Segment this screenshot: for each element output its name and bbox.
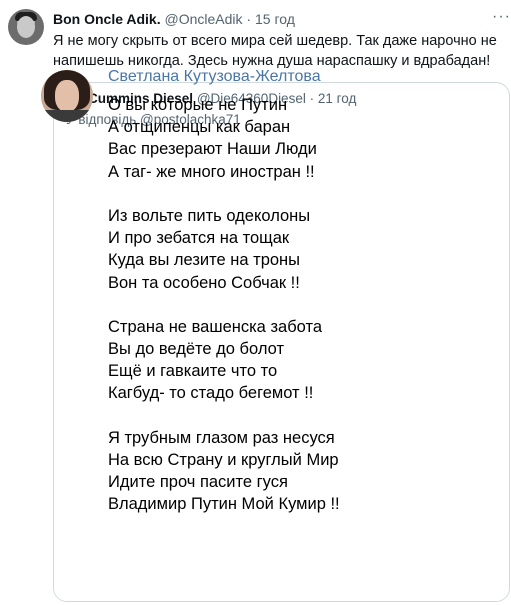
poem-line: Куда вы лезите на троны [108, 251, 301, 270]
photo-face [55, 80, 79, 112]
stanza-gap [108, 294, 340, 316]
poem-line: Владимир Путин Мой Кумир !! [108, 495, 340, 514]
poem-line: Вон та особено Собчак !! [108, 273, 300, 292]
poem-line: Вас презерают Наши Люди [108, 140, 317, 159]
poem-text: О вы которые не Путин А отщипенцы как ба… [108, 94, 340, 516]
poem-line: Страна не вашенска забота [108, 317, 323, 336]
author-name[interactable]: Bon Oncle Adik. [53, 11, 161, 27]
poem-line: На всю Страну и круглый Мир [108, 451, 339, 469]
avatar-face [17, 16, 35, 38]
poem-line: А таг- же много иностран !! [108, 162, 315, 181]
poem-line: И про зебатся на тощак [108, 229, 290, 248]
photo-clothing [41, 110, 93, 122]
poem-line: О вы которые не Путин [108, 96, 288, 114]
tweet-header: Bon Oncle Adik. @OncleAdik · 15 год [53, 11, 295, 27]
more-dots-icon[interactable]: ··· [492, 8, 511, 26]
author-avatar[interactable] [8, 9, 44, 45]
poem-line: Из вольте пить одеколоны [108, 206, 311, 225]
author-handle[interactable]: @OncleAdik [165, 11, 243, 27]
poem-line: Я трубным глазом раз несуся [108, 428, 335, 447]
poem-line: Ещё и гавкаите что то [108, 362, 278, 381]
tweet[interactable]: Bon Oncle Adik. @OncleAdik · 15 год ··· … [0, 0, 511, 605]
tweet-time[interactable]: 15 год [255, 11, 295, 27]
poster-photo [41, 70, 93, 122]
tweet-text: Я не могу скрыть от всего мира сей шедев… [53, 33, 497, 69]
poem-line: Кагбуд- то стадо бегемот !! [108, 384, 314, 403]
separator-dot: · [246, 11, 252, 27]
poem-line: Вы до ведёте до болот [108, 340, 285, 359]
poem-line: А отщипенцы как баран [108, 118, 291, 137]
poem-line: Идите проч пасите гуся [108, 473, 288, 492]
stanza-gap [108, 183, 340, 205]
stanza-gap [108, 405, 340, 427]
poster-name: Светлана Кутузова-Желтова [108, 68, 321, 85]
